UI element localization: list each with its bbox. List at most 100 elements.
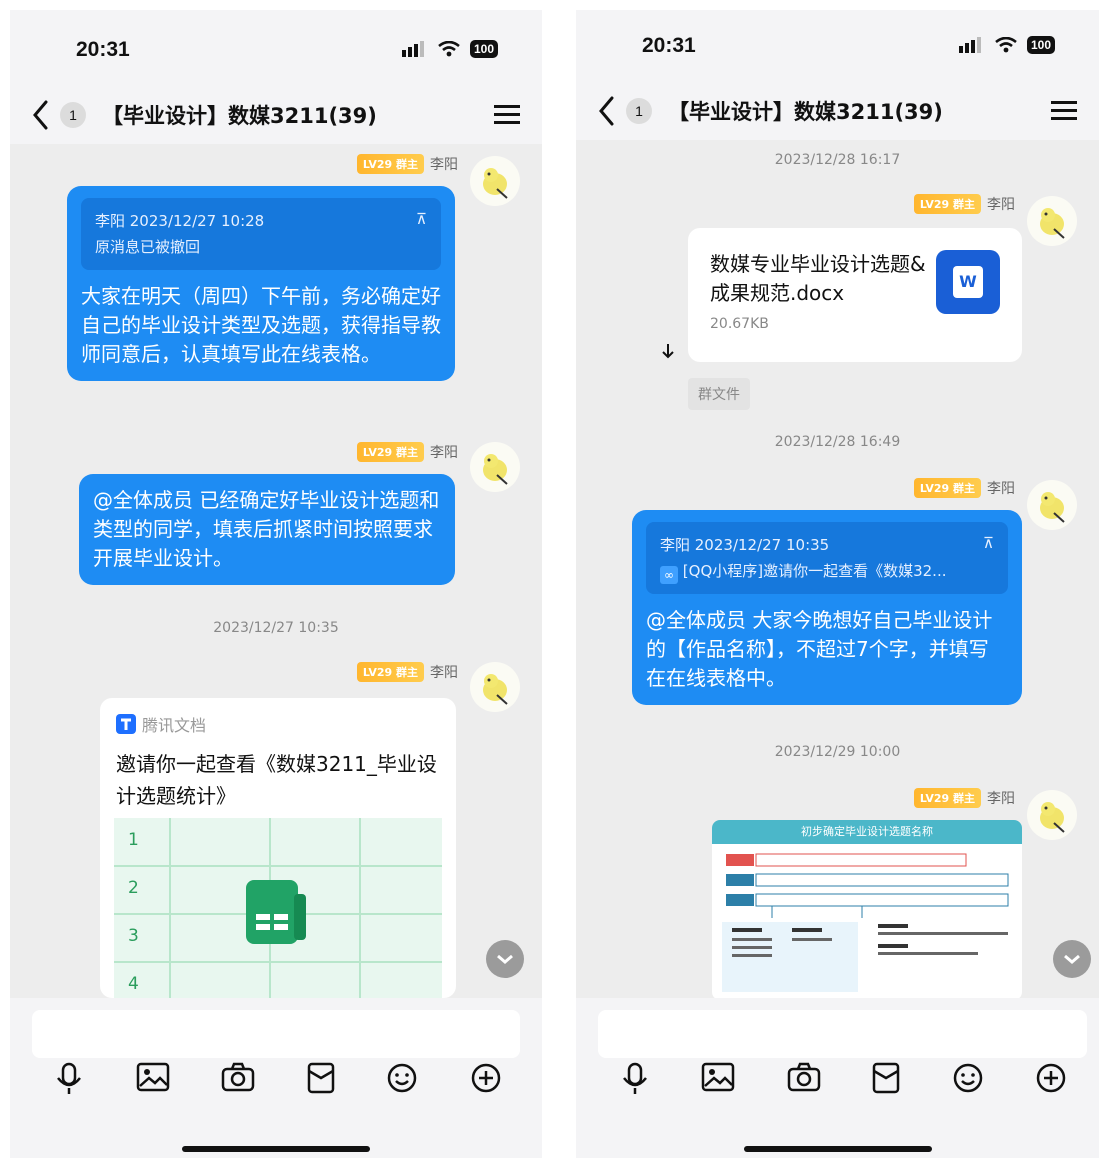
- chevron-down-icon: [497, 954, 513, 964]
- sender-name: 李阳: [430, 445, 458, 461]
- scroll-down-button[interactable]: [1053, 940, 1091, 978]
- quote-collapse-icon[interactable]: ⊼: [416, 206, 427, 232]
- wifi-icon: [995, 37, 1017, 53]
- sender-line: LV29 群主 李阳: [913, 194, 1015, 214]
- timestamp: 2023/12/27 10:35: [213, 620, 339, 636]
- quoted-message[interactable]: 李阳 2023/12/27 10:35 ∞ [QQ小程序]邀请你一起查看《数媒3…: [646, 522, 1008, 594]
- image-icon[interactable]: [701, 1062, 735, 1092]
- message-text: 大家在明天（周四）下午前，务必确定好自己的毕业设计类型及选题，获得指导教师同意后…: [81, 284, 441, 366]
- scroll-down-button[interactable]: [486, 940, 524, 978]
- sheet-row-number: 1: [128, 830, 139, 850]
- avatar[interactable]: [470, 442, 520, 492]
- toolbar: [54, 1062, 502, 1096]
- download-icon[interactable]: [660, 342, 676, 360]
- sender-name: 李阳: [430, 157, 458, 173]
- doc-source-label: 腾讯文档: [142, 716, 207, 735]
- plus-icon[interactable]: [1035, 1062, 1067, 1094]
- back-icon[interactable]: [30, 98, 52, 132]
- left-phone-screen: 20:31 100 1 【毕业设计】数媒3211(39) LV29 群主 李阳 …: [10, 10, 542, 1158]
- level-tag: LV29 群主: [356, 442, 424, 462]
- camera-icon[interactable]: [221, 1062, 255, 1092]
- input-bar: [576, 998, 1099, 1158]
- image-message[interactable]: 初步确定毕业设计选题名称: [712, 820, 1022, 1000]
- message-input[interactable]: [598, 1010, 1087, 1058]
- chat-header: 1 【毕业设计】数媒3211(39): [576, 82, 1099, 140]
- unread-badge[interactable]: 1: [626, 98, 652, 124]
- message-bubble[interactable]: 李阳 2023/12/27 10:35 ∞ [QQ小程序]邀请你一起查看《数媒3…: [632, 510, 1022, 705]
- signal-icon: [401, 41, 424, 57]
- menu-icon[interactable]: [494, 104, 520, 126]
- level-tag: LV29 群主: [913, 478, 981, 498]
- camera-icon[interactable]: [787, 1062, 821, 1092]
- doc-title: 邀请你一起查看《数媒3211_毕业设计选题统计》: [116, 752, 437, 808]
- sheet-row-number: 3: [128, 926, 139, 946]
- spreadsheet-icon: [246, 880, 306, 944]
- sender-line: LV29 群主 李阳: [356, 154, 458, 174]
- red-packet-icon[interactable]: [872, 1062, 900, 1094]
- battery-indicator: 100: [1026, 36, 1055, 54]
- timestamp: 2023/12/28 16:17: [774, 152, 901, 168]
- sender-name: 李阳: [987, 481, 1015, 497]
- sheet-row-number: 2: [128, 878, 139, 898]
- avatar[interactable]: [470, 662, 520, 712]
- chevron-down-icon: [1064, 954, 1080, 964]
- back-icon[interactable]: [596, 94, 618, 128]
- unread-badge[interactable]: 1: [60, 102, 86, 128]
- message-bubble[interactable]: 李阳 2023/12/27 10:28 原消息已被撤回 ⊼ 大家在明天（周四）下…: [67, 186, 455, 381]
- file-name: 数媒专业毕业设计选题&成果规范.docx: [710, 252, 926, 305]
- quote-collapse-icon[interactable]: ⊼: [983, 530, 994, 556]
- quote-body: ∞ [QQ小程序]邀请你一起查看《数媒32...: [660, 558, 994, 584]
- quote-text: 原消息已被撤回: [95, 238, 201, 256]
- word-file-icon: W: [936, 250, 1000, 314]
- avatar[interactable]: [470, 156, 520, 206]
- sender-name: 李阳: [987, 197, 1015, 213]
- right-phone-screen: 20:31 100 1 【毕业设计】数媒3211(39) 2023/12/28 …: [576, 10, 1099, 1158]
- status-icons: 100: [401, 40, 498, 58]
- quote-text: [QQ小程序]邀请你一起查看《数媒32...: [682, 562, 947, 580]
- voice-icon[interactable]: [54, 1062, 84, 1096]
- level-tag: LV29 群主: [913, 788, 981, 808]
- doc-source: 腾讯文档: [116, 712, 206, 736]
- status-time: 20:31: [76, 38, 130, 61]
- avatar[interactable]: [1027, 790, 1077, 840]
- group-file-tag[interactable]: 群文件: [688, 378, 750, 410]
- image-icon[interactable]: [136, 1062, 170, 1092]
- plus-icon[interactable]: [470, 1062, 502, 1094]
- quote-header: 李阳 2023/12/27 10:35: [660, 536, 830, 554]
- avatar[interactable]: [1027, 196, 1077, 246]
- sender-line: LV29 群主 李阳: [356, 662, 458, 682]
- link-icon: ∞: [660, 566, 678, 584]
- menu-icon[interactable]: [1051, 100, 1077, 122]
- file-card[interactable]: 数媒专业毕业设计选题&成果规范.docx 20.67KB W: [688, 228, 1022, 362]
- image-title: 初步确定毕业设计选题名称: [712, 820, 1022, 844]
- status-time: 20:31: [642, 34, 696, 57]
- home-indicator: [743, 1146, 932, 1152]
- status-bar: 20:31 100: [576, 10, 1099, 82]
- emoji-icon[interactable]: [952, 1062, 984, 1094]
- quote-header: 李阳 2023/12/27 10:28: [95, 212, 265, 230]
- status-icons: 100: [958, 36, 1055, 54]
- image-content: [722, 853, 1009, 992]
- red-packet-icon[interactable]: [307, 1062, 335, 1094]
- home-indicator: [182, 1146, 370, 1152]
- battery-indicator: 100: [469, 40, 498, 58]
- wifi-icon: [438, 41, 460, 57]
- sheet-row-number: 4: [128, 974, 139, 994]
- chat-header: 1 【毕业设计】数媒3211(39): [10, 86, 542, 144]
- emoji-icon[interactable]: [386, 1062, 418, 1094]
- signal-icon: [958, 37, 981, 53]
- sender-line: LV29 群主 李阳: [913, 788, 1015, 808]
- message-bubble[interactable]: @全体成员 已经确定好毕业设计选题和类型的同学，填表后抓紧时间按照要求开展毕业设…: [79, 474, 455, 585]
- avatar[interactable]: [1027, 480, 1077, 530]
- message-text: @全体成员 已经确定好毕业设计选题和类型的同学，填表后抓紧时间按照要求开展毕业设…: [93, 488, 440, 570]
- message-input[interactable]: [32, 1010, 520, 1058]
- chat-title[interactable]: 【毕业设计】数媒3211(39): [102, 100, 377, 130]
- file-size: 20.67KB: [710, 316, 769, 332]
- input-bar: [10, 998, 542, 1158]
- tencent-doc-card[interactable]: 腾讯文档 邀请你一起查看《数媒3211_毕业设计选题统计》 1 2 3 4: [100, 698, 456, 998]
- quoted-message[interactable]: 李阳 2023/12/27 10:28 原消息已被撤回 ⊼: [81, 198, 441, 270]
- voice-icon[interactable]: [620, 1062, 650, 1096]
- sender-name: 李阳: [430, 665, 458, 681]
- sheet-preview: 1 2 3 4: [114, 818, 442, 998]
- chat-title[interactable]: 【毕业设计】数媒3211(39): [668, 96, 943, 126]
